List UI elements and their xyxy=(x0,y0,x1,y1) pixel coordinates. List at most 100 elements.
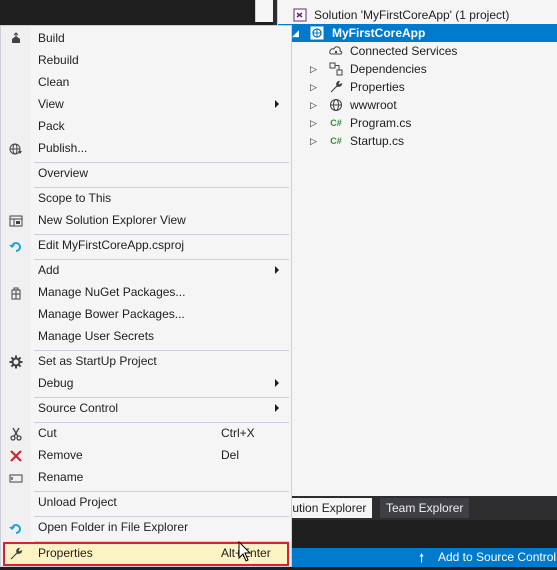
project-label: MyFirstCoreApp xyxy=(332,26,426,40)
expand-arrow-icon[interactable]: ◢ xyxy=(292,24,302,42)
tab-team-explorer[interactable]: Team Explorer xyxy=(380,498,470,518)
menu-item-new-solution-explorer-view[interactable]: New Solution Explorer View xyxy=(1,210,291,232)
submenu-arrow-icon xyxy=(275,266,279,274)
collapse-arrow-icon[interactable]: ▷ xyxy=(310,78,320,96)
rename-icon xyxy=(8,470,24,486)
menu-item-edit-csproj[interactable]: Edit MyFirstCoreApp.csproj xyxy=(1,235,291,257)
new-view-icon xyxy=(8,213,24,229)
mouse-cursor-icon xyxy=(238,541,252,562)
menu-item-shortcut: Del xyxy=(221,448,240,462)
menu-item-label: Source Control xyxy=(38,401,119,415)
publish-globe-icon xyxy=(8,141,24,157)
menu-item-scope-to-this[interactable]: Scope to This xyxy=(1,188,291,210)
connected-services-icon xyxy=(328,43,344,59)
context-menu: Build Rebuild Clean View Pack Publish...… xyxy=(0,25,292,567)
project-node[interactable]: ◢ MyFirstCoreApp xyxy=(278,24,557,42)
menu-item-label: Build xyxy=(38,31,65,45)
menu-item-label: Set as StartUp Project xyxy=(38,354,157,368)
remove-x-icon xyxy=(8,448,24,464)
menu-item-build[interactable]: Build xyxy=(1,28,291,50)
menu-item-label: Scope to This xyxy=(38,191,112,205)
solution-node[interactable]: Solution 'MyFirstCoreApp' (1 project) xyxy=(278,6,557,24)
tree-item-wwwroot[interactable]: ▷ wwwroot xyxy=(278,96,557,114)
solution-explorer-panel: Solution 'MyFirstCoreApp' (1 project) ◢ … xyxy=(277,0,557,496)
tool-window-tabs: olution Explorer Team Explorer xyxy=(277,496,557,520)
menu-item-cut[interactable]: Cut Ctrl+X xyxy=(1,423,291,445)
tree-item-label: Program.cs xyxy=(350,116,412,130)
menu-item-remove[interactable]: Remove Del xyxy=(1,445,291,467)
build-icon xyxy=(8,31,24,47)
menu-item-label: Properties xyxy=(38,546,93,560)
menu-item-overview[interactable]: Overview xyxy=(1,163,291,185)
menu-item-manage-nuget[interactable]: Manage NuGet Packages... xyxy=(1,282,291,304)
menu-item-rebuild[interactable]: Rebuild xyxy=(1,50,291,72)
wrench-icon xyxy=(328,79,344,95)
csharp-file-icon: C# xyxy=(330,136,342,146)
submenu-arrow-icon xyxy=(275,404,279,412)
tree-item-startup-cs[interactable]: ▷ C# Startup.cs xyxy=(278,132,557,150)
menu-item-label: Rename xyxy=(38,470,84,484)
tree-item-label: Startup.cs xyxy=(350,134,405,148)
menu-item-label: Manage NuGet Packages... xyxy=(38,285,186,299)
menu-item-label: Open Folder in File Explorer xyxy=(38,520,189,534)
collapse-arrow-icon[interactable]: ▷ xyxy=(310,132,320,150)
collapse-arrow-icon[interactable]: ▷ xyxy=(310,96,320,114)
wrench-icon xyxy=(8,546,24,562)
refresh-arrow-icon xyxy=(8,238,24,254)
menu-item-label: Remove xyxy=(38,448,83,462)
menu-item-publish[interactable]: Publish... xyxy=(1,138,291,160)
menu-item-label: Rebuild xyxy=(38,53,79,67)
menu-item-label: Add xyxy=(38,263,60,277)
menu-item-label: View xyxy=(38,97,64,111)
menu-item-label: Overview xyxy=(38,166,89,180)
menu-item-label: Edit MyFirstCoreApp.csproj xyxy=(38,238,185,252)
submenu-arrow-icon xyxy=(275,100,279,108)
submenu-arrow-icon xyxy=(275,379,279,387)
menu-item-label: Cut xyxy=(38,426,57,440)
gear-icon xyxy=(8,354,24,370)
menu-item-shortcut: Ctrl+X xyxy=(221,426,255,440)
add-to-source-control-button[interactable]: Add to Source Control xyxy=(438,550,556,564)
menu-item-label: Pack xyxy=(38,119,65,133)
status-bar: 🠕 Add to Source Control xyxy=(277,548,557,567)
menu-item-label: Publish... xyxy=(38,141,88,155)
tree-item-label: Properties xyxy=(350,80,405,94)
tree-item-properties[interactable]: ▷ Properties xyxy=(278,78,557,96)
web-project-icon xyxy=(309,25,325,41)
nuget-icon xyxy=(8,285,24,301)
menu-item-rename[interactable]: Rename xyxy=(1,467,291,489)
dependencies-icon xyxy=(328,61,344,77)
tree-item-label: wwwroot xyxy=(350,98,397,112)
editor-strip xyxy=(255,0,274,22)
globe-icon xyxy=(328,97,344,113)
menu-item-manage-user-secrets[interactable]: Manage User Secrets xyxy=(1,326,291,348)
refresh-arrow-icon xyxy=(8,520,24,536)
menu-item-unload-project[interactable]: Unload Project xyxy=(1,492,291,514)
menu-item-manage-bower[interactable]: Manage Bower Packages... xyxy=(1,304,291,326)
collapse-arrow-icon[interactable]: ▷ xyxy=(310,114,320,132)
menu-item-debug[interactable]: Debug xyxy=(1,373,291,395)
menu-item-open-folder[interactable]: Open Folder in File Explorer xyxy=(1,517,291,539)
menu-item-clean[interactable]: Clean xyxy=(1,72,291,94)
tree-item-label: Dependencies xyxy=(350,62,427,76)
menu-item-label: Manage Bower Packages... xyxy=(38,307,185,321)
menu-item-label: Clean xyxy=(38,75,70,89)
menu-item-set-startup[interactable]: Set as StartUp Project xyxy=(1,351,291,373)
menu-item-pack[interactable]: Pack xyxy=(1,116,291,138)
menu-item-label: Debug xyxy=(38,376,74,390)
tree-item-connected-services[interactable]: Connected Services xyxy=(278,42,557,60)
menu-item-label: Manage User Secrets xyxy=(38,329,155,343)
tree-item-label: Connected Services xyxy=(350,44,458,58)
menu-item-source-control[interactable]: Source Control xyxy=(1,398,291,420)
solution-label: Solution 'MyFirstCoreApp' (1 project) xyxy=(314,8,510,22)
menu-item-label: Unload Project xyxy=(38,495,117,509)
menu-item-add[interactable]: Add xyxy=(1,260,291,282)
csharp-file-icon: C# xyxy=(330,118,342,128)
solution-icon xyxy=(292,7,308,23)
menu-item-view[interactable]: View xyxy=(1,94,291,116)
tree-item-dependencies[interactable]: ▷ Dependencies xyxy=(278,60,557,78)
collapse-arrow-icon[interactable]: ▷ xyxy=(310,60,320,78)
scissors-icon xyxy=(8,426,24,442)
tree-item-program-cs[interactable]: ▷ C# Program.cs xyxy=(278,114,557,132)
menu-item-label: New Solution Explorer View xyxy=(38,213,186,227)
